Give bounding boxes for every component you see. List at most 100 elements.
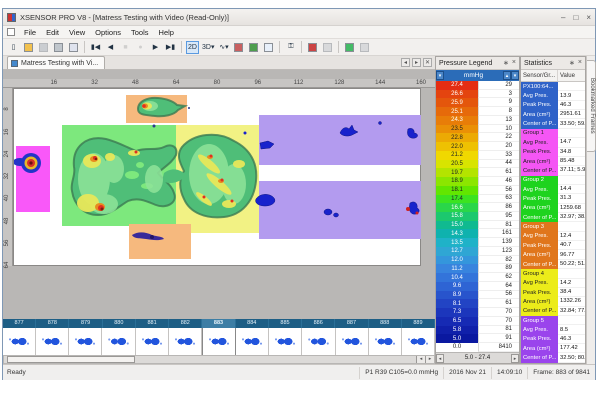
legend-row[interactable]: 25.18 [436,107,519,116]
scroll-left-button[interactable]: ◂ [416,356,425,363]
frame-thumbnail[interactable] [136,328,169,355]
stats-row[interactable]: Area (cm²)1332.26 [521,297,585,306]
stats-row[interactable]: Peak Pres.40.7 [521,241,585,250]
legend-row[interactable]: 17.463 [436,195,519,204]
stats-row[interactable]: Center of P...32.50; 80... [521,353,585,362]
stats-row[interactable]: Peak Pres.34.8 [521,148,585,157]
legend-row[interactable]: 21.233 [436,151,519,160]
legend-row[interactable]: 22.020 [436,142,519,151]
legend-row[interactable]: 5.091 [436,334,519,343]
legend-row[interactable]: 7.370 [436,308,519,317]
tab-prev-button[interactable]: ◂ [401,58,410,67]
frame-thumbnail[interactable] [369,328,402,355]
stats-row[interactable]: Area (cm²)177.42 [521,344,585,353]
print-icon[interactable] [52,41,65,54]
menu-options[interactable]: Options [90,28,126,37]
menu-view[interactable]: View [64,28,90,37]
legend-row[interactable]: 24.313 [436,116,519,125]
pressure-map-canvas[interactable] [13,88,421,266]
range-left-icon[interactable]: ◂ [436,354,444,363]
pressure-map-viewport[interactable]: 163248648096112128144160 816243240485664 [3,70,435,319]
stats-group-header[interactable]: Group 1 [521,129,585,138]
legend-row[interactable]: 25.99 [436,98,519,107]
frame-thumbnail[interactable] [336,328,369,355]
legend-row[interactable]: 10.462 [436,273,519,282]
stats-row[interactable]: Avg Pres.12.4 [521,232,585,241]
menu-tools[interactable]: Tools [126,28,154,37]
stats-row[interactable]: Avg Pres.14.4 [521,185,585,194]
legend-row[interactable]: 8.161 [436,299,519,308]
legend-row[interactable]: 26.63 [436,90,519,99]
close-icon[interactable]: × [512,59,516,67]
colormap-icon[interactable] [343,41,356,54]
frame-thumbnail[interactable] [169,328,202,355]
frame-thumbnail[interactable] [102,328,135,355]
calibration-key-icon[interactable]: ⚿ [284,41,297,54]
legend-row[interactable]: 23.510 [436,125,519,134]
chart-view-icon[interactable]: ∿▾ [217,41,230,54]
menu-help[interactable]: Help [154,28,179,37]
record-icon[interactable]: ● [134,41,147,54]
last-frame-icon[interactable]: ▶▮ [164,41,177,54]
legend-down-icon[interactable]: ▾ [511,71,519,80]
legend-up-icon[interactable]: ▴ [503,71,511,80]
legend-row[interactable]: 12.082 [436,256,519,265]
frame-thumbnail[interactable] [302,328,335,355]
stats-group-header[interactable]: Group 4 [521,269,585,278]
bookmarked-frames-tab[interactable]: Bookmarked Frames [587,60,596,152]
legend-row[interactable]: 0.08410 [436,343,519,352]
open-file-icon[interactable] [22,41,35,54]
stats-row[interactable]: Peak Pres.46.3 [521,335,585,344]
first-frame-icon[interactable]: ▮◀ [89,41,102,54]
legend-row[interactable]: 9.664 [436,282,519,291]
title-bar[interactable]: XSENSOR PRO V8 - [Matress Testing with V… [3,9,595,26]
stats-row[interactable]: Center of P...37.11; 5.90 [521,166,585,175]
legend-row[interactable]: 13.5139 [436,238,519,247]
legend-row[interactable]: 20.544 [436,160,519,169]
histogram-icon[interactable] [306,41,319,54]
document-tab[interactable]: Matress Testing with Vi... [7,56,105,69]
stats-group-header[interactable]: Group 2 [521,176,585,185]
stats-row[interactable]: Peak Pres.38.4 [521,288,585,297]
stats-row[interactable]: Peak Pres.46.3 [521,101,585,110]
legend-row[interactable]: 12.7123 [436,247,519,256]
stats-row[interactable]: Avg Pres.14.2 [521,279,585,288]
pin-icon[interactable]: ∗ [569,59,575,67]
frame-thumbnail[interactable] [36,328,69,355]
stats-row[interactable]: Center of P...32.97; 38... [521,213,585,222]
legend-row[interactable]: 19.761 [436,168,519,177]
legend-row[interactable]: 8.956 [436,291,519,300]
stats-row[interactable]: Avg Pres.14.7 [521,138,585,147]
legend-row[interactable]: 22.822 [436,133,519,142]
stats-group-header[interactable]: Group 3 [521,222,585,231]
range-right-icon[interactable]: ▸ [511,354,519,363]
legend-row[interactable]: 15.895 [436,212,519,221]
frame-thumbnail[interactable] [402,328,435,355]
frame-thumbnail[interactable] [269,328,302,355]
stats-row[interactable]: Avg Pres.13.9 [521,91,585,100]
frame-thumbnail[interactable] [236,328,269,355]
stats-row[interactable]: Area (cm²)96.77 [521,250,585,259]
view-3d-icon[interactable]: 3D▾ [201,41,215,54]
stats-row[interactable]: Area (cm²)2951.61 [521,110,585,119]
scroll-right-button[interactable]: ▸ [425,356,434,363]
scrollbar-thumb[interactable] [7,356,135,363]
frame-thumbnail[interactable] [3,328,36,355]
stats-group-header[interactable]: PX100:64... [521,82,585,91]
legend-row[interactable]: 6.570 [436,317,519,326]
stats-row[interactable]: Center of P...50.22; 51... [521,260,585,269]
legend-row[interactable]: 27.429 [436,81,519,90]
stats-row[interactable]: Area (cm²)85.48 [521,157,585,166]
play-icon[interactable]: ▶ [149,41,162,54]
legend-row[interactable]: 16.686 [436,203,519,212]
menu-file[interactable]: File [19,28,41,37]
legend-row[interactable]: 14.3161 [436,229,519,238]
tab-next-button[interactable]: ▸ [412,58,421,67]
previous-frame-icon[interactable]: ◀ [104,41,117,54]
split-view-icon[interactable] [262,41,275,54]
close-button[interactable]: × [586,13,591,22]
close-icon[interactable]: × [578,59,582,67]
compare-icon[interactable] [321,41,334,54]
stop-icon[interactable]: ■ [119,41,132,54]
save-icon[interactable] [37,41,50,54]
